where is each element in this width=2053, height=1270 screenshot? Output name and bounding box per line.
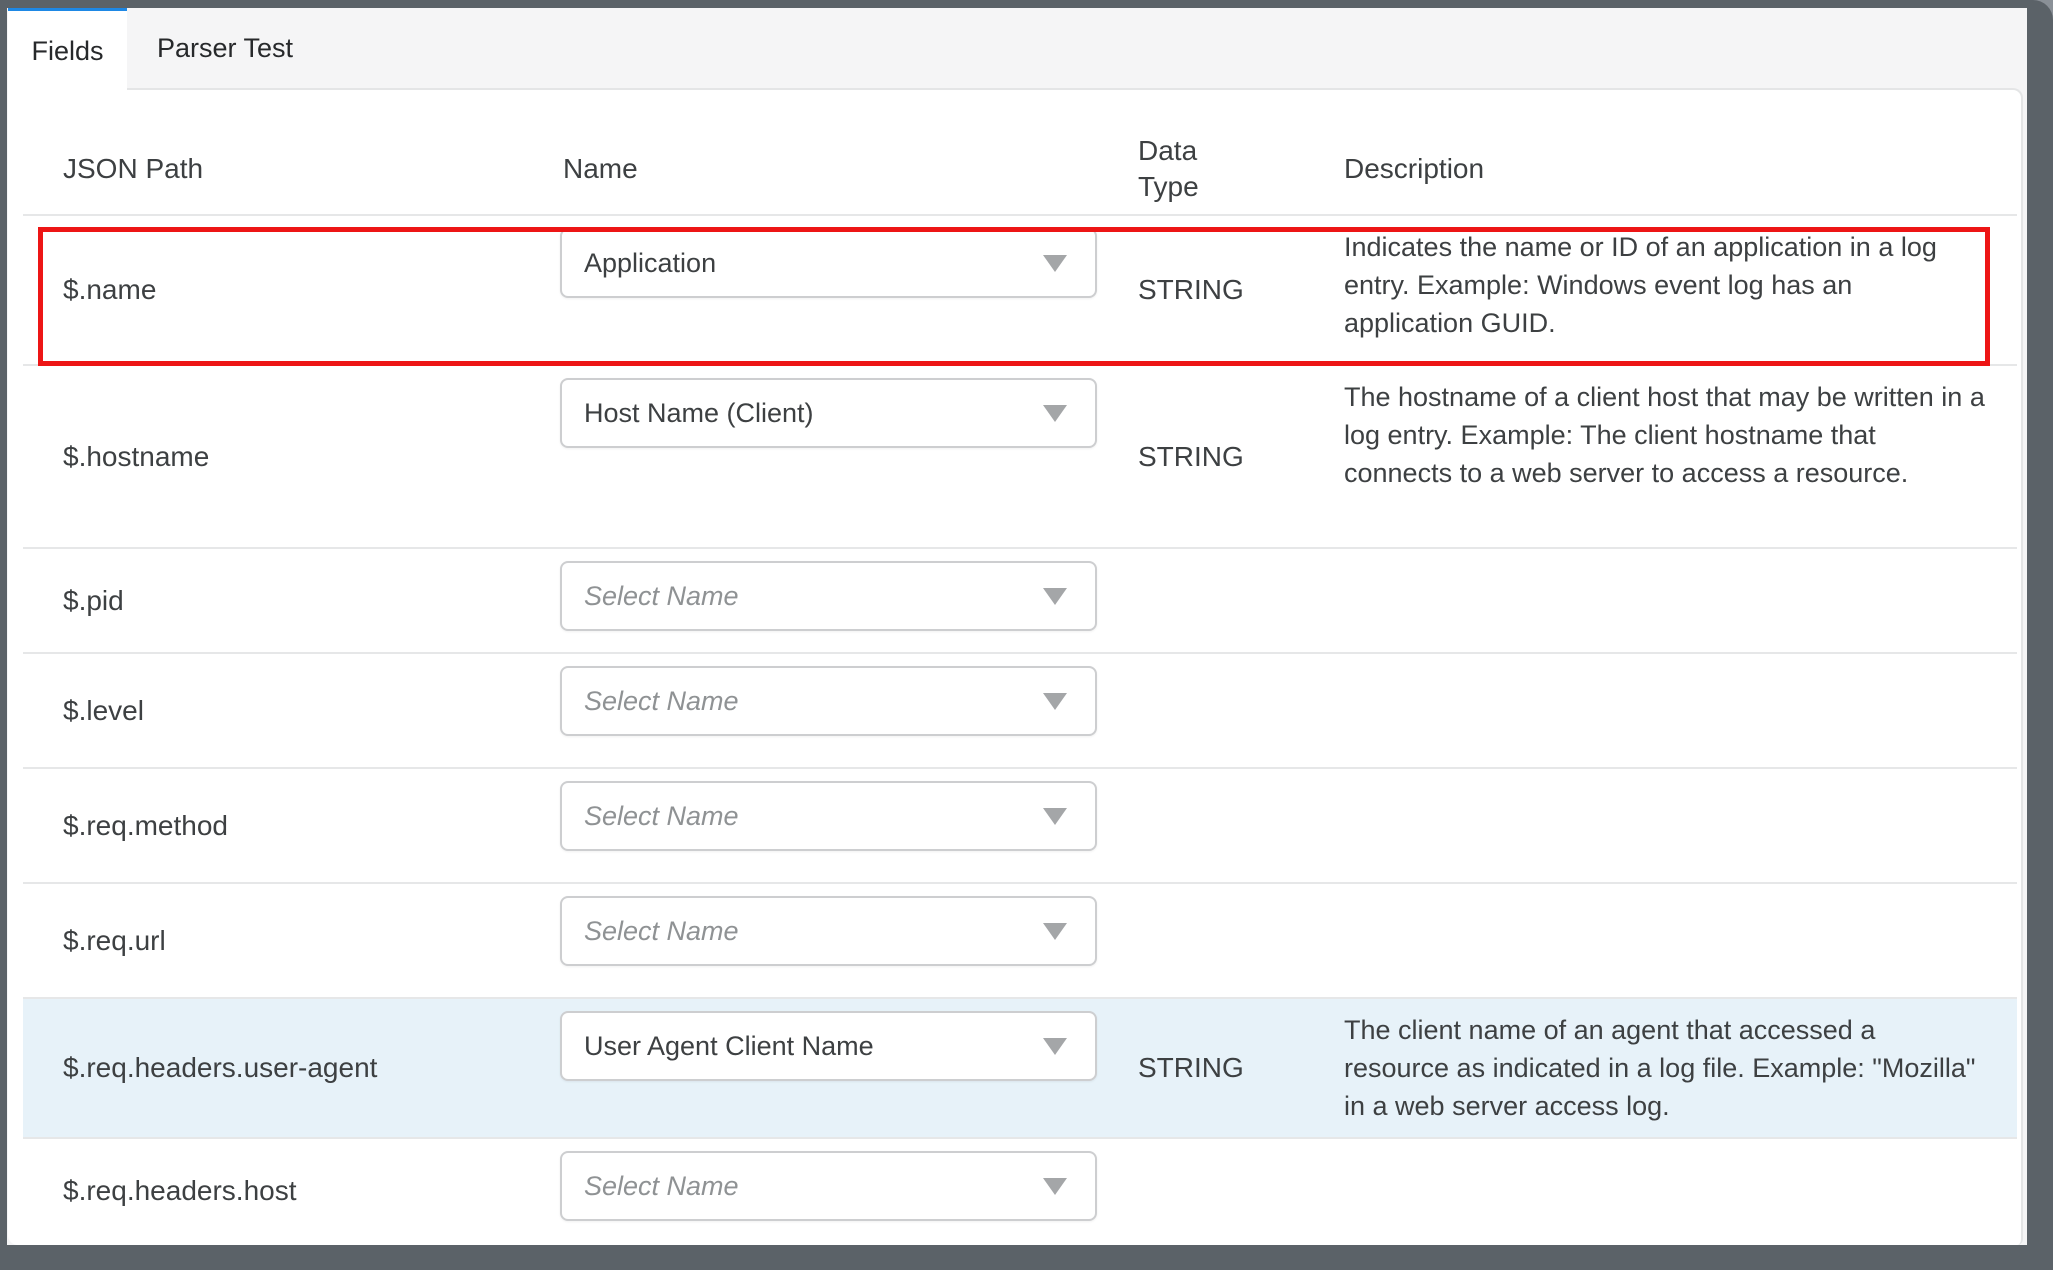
description-cell bbox=[1331, 652, 2017, 768]
name-select-value: User Agent Client Name bbox=[584, 1030, 874, 1061]
data-type-cell: STRING bbox=[1116, 364, 1331, 548]
data-type-cell bbox=[1116, 767, 1331, 883]
table-row: $.hostname Host Name (Client) STRING The… bbox=[23, 364, 2017, 548]
name-cell: Select Name bbox=[559, 1137, 1116, 1243]
table-row: $.req.headers.host Select Name bbox=[23, 1137, 2017, 1243]
window-frame: Fields Parser Test JSON Path Name Data T… bbox=[0, 0, 2053, 1270]
json-path-cell: $.hostname bbox=[23, 364, 559, 548]
data-type-label: STRING bbox=[1138, 274, 1244, 305]
description-text: Indicates the name or ID of an applicati… bbox=[1344, 232, 1937, 338]
data-type-label: STRING bbox=[1138, 440, 1244, 472]
table-row: $.req.url Select Name bbox=[23, 882, 2017, 998]
chevron-down-icon bbox=[1043, 923, 1067, 940]
name-cell: Application bbox=[559, 214, 1116, 365]
column-header-name: Name bbox=[563, 152, 638, 184]
chevron-down-icon bbox=[1043, 405, 1067, 422]
table-row: $.name Application STRING Indicates the … bbox=[23, 214, 2017, 365]
description-cell bbox=[1331, 547, 2017, 653]
chevron-down-icon bbox=[1043, 808, 1067, 825]
column-header-data-type: Data Type bbox=[1138, 134, 1199, 202]
json-path-cell: $.pid bbox=[23, 547, 559, 653]
name-select[interactable]: Host Name (Client) bbox=[560, 378, 1097, 448]
name-select-value: Select Name bbox=[584, 685, 739, 716]
name-select[interactable]: Select Name bbox=[560, 1151, 1097, 1221]
chevron-down-icon bbox=[1043, 588, 1067, 605]
name-select-value: Select Name bbox=[584, 580, 739, 611]
name-select[interactable]: Select Name bbox=[560, 666, 1097, 736]
name-select[interactable]: Application bbox=[560, 228, 1097, 298]
description-text: The client name of an agent that accesse… bbox=[1344, 1015, 1976, 1121]
fields-panel: JSON Path Name Data Type Description $.n… bbox=[8, 88, 2023, 1245]
data-type-cell bbox=[1116, 1137, 1331, 1243]
json-path-label: $.req.headers.host bbox=[63, 1175, 297, 1206]
chevron-down-icon bbox=[1043, 255, 1067, 272]
name-cell: Host Name (Client) bbox=[559, 364, 1116, 548]
name-select-value: Host Name (Client) bbox=[584, 397, 814, 428]
json-path-cell: $.name bbox=[23, 214, 559, 365]
chevron-down-icon bbox=[1043, 1038, 1067, 1055]
tab-fields[interactable]: Fields bbox=[8, 8, 127, 92]
json-path-label: $.req.url bbox=[63, 924, 166, 956]
name-select[interactable]: Select Name bbox=[560, 896, 1097, 966]
description-cell: Indicates the name or ID of an applicati… bbox=[1331, 214, 2017, 365]
json-path-cell: $.req.url bbox=[23, 882, 559, 998]
json-path-label: $.hostname bbox=[63, 440, 210, 472]
name-select-value: Application bbox=[584, 247, 717, 278]
name-select[interactable]: Select Name bbox=[560, 781, 1097, 851]
table-row: $.req.method Select Name bbox=[23, 767, 2017, 883]
json-path-cell: $.req.headers.host bbox=[23, 1137, 559, 1243]
description-cell bbox=[1331, 1137, 2017, 1243]
data-type-cell bbox=[1116, 652, 1331, 768]
tab-parser-test-label: Parser Test bbox=[156, 32, 294, 63]
chevron-down-icon bbox=[1043, 693, 1067, 710]
json-path-cell: $.req.headers.user-agent bbox=[23, 997, 559, 1138]
parser-window: Fields Parser Test JSON Path Name Data T… bbox=[7, 8, 2027, 1245]
name-select-value: Select Name bbox=[584, 800, 739, 831]
description-cell: The hostname of a client host that may b… bbox=[1331, 364, 2017, 548]
json-path-label: $.level bbox=[63, 694, 144, 726]
data-type-cell: STRING bbox=[1116, 214, 1331, 365]
table-row: $.level Select Name bbox=[23, 652, 2017, 768]
chevron-down-icon bbox=[1043, 1178, 1067, 1195]
description-text: The hostname of a client host that may b… bbox=[1344, 382, 1985, 488]
table-header-row: JSON Path Name Data Type Description bbox=[23, 100, 2017, 215]
name-cell: Select Name bbox=[559, 882, 1116, 998]
table-row: $.req.headers.user-agent User Agent Clie… bbox=[23, 997, 2017, 1138]
name-select-value: Select Name bbox=[584, 1170, 739, 1201]
name-select[interactable]: Select Name bbox=[560, 561, 1097, 631]
json-path-label: $.pid bbox=[63, 584, 124, 616]
name-cell: Select Name bbox=[559, 767, 1116, 883]
data-type-cell bbox=[1116, 882, 1331, 998]
name-select[interactable]: User Agent Client Name bbox=[560, 1011, 1097, 1081]
name-cell: Select Name bbox=[559, 652, 1116, 768]
name-select-value: Select Name bbox=[584, 915, 739, 946]
name-cell: User Agent Client Name bbox=[559, 997, 1116, 1138]
tab-bar: Fields Parser Test bbox=[7, 8, 2027, 96]
data-type-cell: STRING bbox=[1116, 997, 1331, 1138]
table-row: $.pid Select Name bbox=[23, 547, 2017, 653]
column-header-description: Description bbox=[1344, 152, 1485, 184]
description-cell bbox=[1331, 882, 2017, 998]
tab-parser-test[interactable]: Parser Test bbox=[127, 8, 323, 88]
json-path-label: $.req.method bbox=[63, 809, 228, 841]
json-path-label: $.req.headers.user-agent bbox=[63, 1052, 378, 1083]
data-type-label: STRING bbox=[1138, 1052, 1244, 1083]
json-path-label: $.name bbox=[63, 274, 157, 305]
description-cell: The client name of an agent that accesse… bbox=[1331, 997, 2017, 1138]
json-path-cell: $.level bbox=[23, 652, 559, 768]
json-path-cell: $.req.method bbox=[23, 767, 559, 883]
fields-table: JSON Path Name Data Type Description $.n… bbox=[23, 100, 2017, 1243]
tab-fields-label: Fields bbox=[31, 36, 104, 66]
description-cell bbox=[1331, 767, 2017, 883]
name-cell: Select Name bbox=[559, 547, 1116, 653]
data-type-cell bbox=[1116, 547, 1331, 653]
column-header-json-path: JSON Path bbox=[63, 152, 204, 184]
